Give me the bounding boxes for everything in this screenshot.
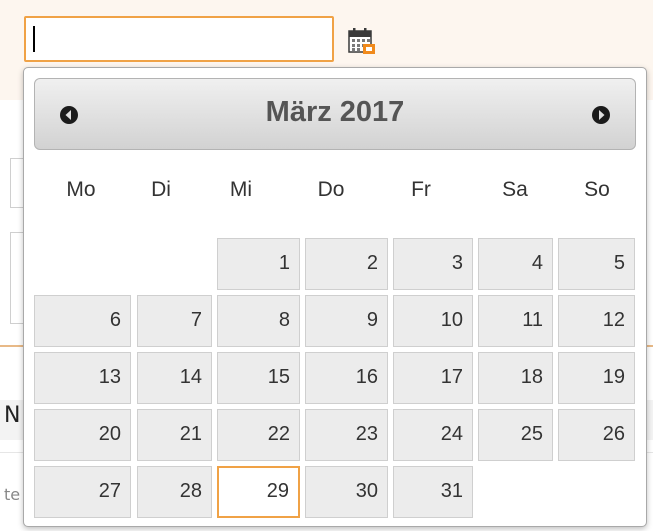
calendar-day[interactable]: 27: [34, 466, 131, 518]
weekday-label: Mo: [66, 178, 96, 201]
calendar-day[interactable]: 4: [478, 238, 553, 290]
weekday-label: Sa: [502, 178, 528, 201]
calendar-day[interactable]: 19: [558, 352, 635, 404]
calendar-day[interactable]: 3: [393, 238, 473, 290]
calendar-day[interactable]: 15: [217, 352, 300, 404]
calendar-day[interactable]: 12: [558, 295, 635, 347]
calendar-day[interactable]: 31: [393, 466, 473, 518]
calendar-day[interactable]: 8: [217, 295, 300, 347]
calendar-day[interactable]: 5: [558, 238, 635, 290]
calendar-day-today[interactable]: 29: [217, 466, 300, 518]
datepicker-header: März 2017: [34, 78, 636, 150]
calendar-day[interactable]: 17: [393, 352, 473, 404]
calendar-day[interactable]: 14: [137, 352, 212, 404]
calendar-day[interactable]: 11: [478, 295, 553, 347]
calendar-day[interactable]: 10: [393, 295, 473, 347]
next-month-button[interactable]: [591, 105, 611, 125]
text-caret: [33, 26, 35, 52]
calendar-day[interactable]: 28: [137, 466, 212, 518]
calendar-day[interactable]: 16: [305, 352, 388, 404]
calendar-day[interactable]: 30: [305, 466, 388, 518]
calendar-day[interactable]: 2: [305, 238, 388, 290]
calendar-day[interactable]: 1: [217, 238, 300, 290]
calendar-day[interactable]: 13: [34, 352, 131, 404]
weekday-label: Di: [151, 178, 171, 201]
calendar-day[interactable]: 22: [217, 409, 300, 461]
weekday-label: Fr: [411, 178, 431, 201]
background-text-fragment: N: [4, 403, 21, 428]
weekday-label: Do: [317, 178, 345, 201]
calendar-day[interactable]: 20: [34, 409, 131, 461]
calendar-day[interactable]: 18: [478, 352, 553, 404]
calendar-day[interactable]: 6: [34, 295, 131, 347]
month-title: März 2017: [265, 96, 405, 128]
calendar-day[interactable]: 9: [305, 295, 388, 347]
calendar-day[interactable]: 7: [137, 295, 212, 347]
weekday-label: Mi: [229, 178, 253, 201]
calendar-day[interactable]: 25: [478, 409, 553, 461]
calendar-icon[interactable]: [348, 26, 378, 56]
date-input[interactable]: [24, 16, 334, 62]
background-text-fragment: te: [4, 485, 21, 504]
calendar-day[interactable]: 24: [393, 409, 473, 461]
calendar-day[interactable]: 26: [558, 409, 635, 461]
calendar-day[interactable]: 21: [137, 409, 212, 461]
datepicker-popup: März 2017 Mo Di Mi Do Fr Sa So 123456789…: [23, 67, 647, 527]
weekday-label: So: [584, 178, 610, 201]
calendar-day[interactable]: 23: [305, 409, 388, 461]
